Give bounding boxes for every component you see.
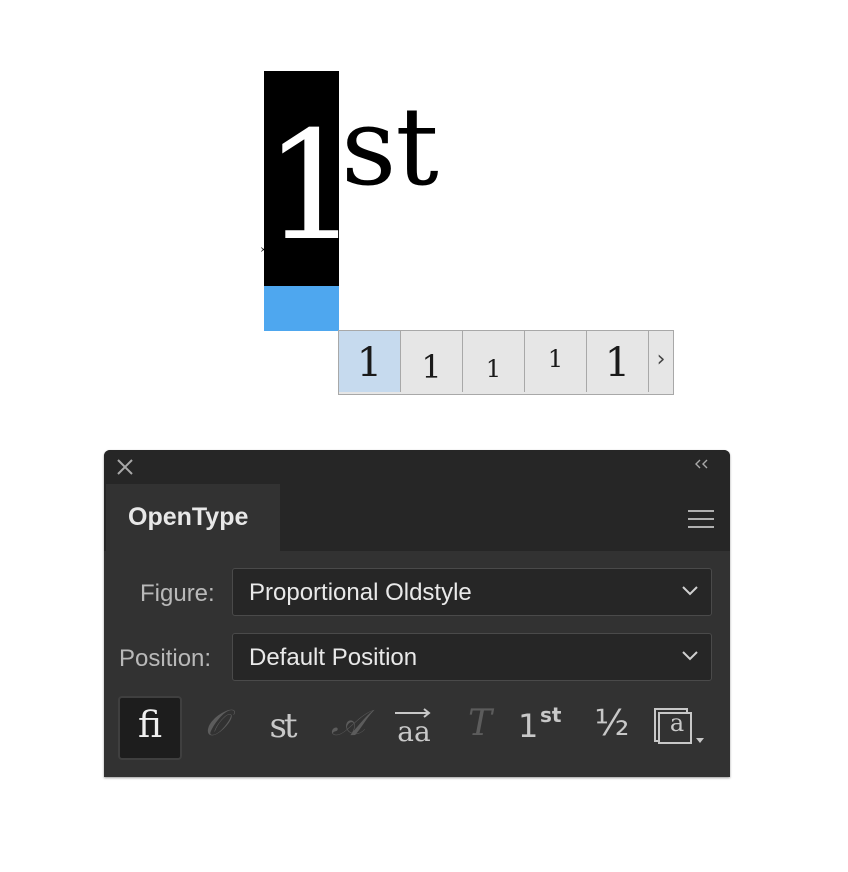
anchor-point-icon: × — [260, 245, 267, 254]
alternate-glyph-label: 1 — [356, 340, 383, 386]
close-icon[interactable] — [116, 458, 134, 476]
more-alternates-button[interactable]: › — [649, 331, 673, 392]
titling-alternates-icon[interactable]: T — [448, 696, 512, 760]
alternates-widget-handle[interactable] — [264, 286, 339, 331]
alternate-glyph-option[interactable]: 1 — [463, 331, 525, 392]
discretionary-ligatures-glyph: st — [269, 706, 297, 746]
alternate-glyph-label: 1 — [421, 348, 442, 386]
chevron-down-icon — [682, 651, 698, 661]
standard-ligatures-icon[interactable]: ﬁ — [118, 696, 182, 760]
titling-alternates-glyph: T — [467, 703, 492, 744]
discretionary-ligatures-icon[interactable]: st — [250, 696, 314, 760]
position-dropdown-value: Default Position — [249, 644, 418, 671]
figure-dropdown-value: Proportional Oldstyle — [249, 579, 472, 606]
ordinals-glyph: 1 — [518, 707, 539, 745]
panel-tab-bar: OpenType — [104, 484, 730, 551]
contextual-alternates-icon[interactable]: 𝒪 — [184, 696, 248, 760]
fractions-glyph: ½ — [594, 703, 630, 744]
panel-title-bar[interactable] — [104, 450, 730, 484]
alternate-glyph-label: 1 — [547, 345, 564, 373]
tab-opentype[interactable]: OpenType — [106, 484, 280, 551]
swash-glyph: 𝒜 — [330, 703, 366, 744]
stylistic-sets-icon[interactable]: a — [648, 696, 712, 760]
swash-icon[interactable]: 𝒜 — [316, 696, 380, 760]
alternate-glyph-option[interactable]: 1 — [401, 331, 463, 392]
stylistic-alternates-icon[interactable]: aa — [382, 696, 446, 760]
opentype-feature-buttons: ﬁ 𝒪 st 𝒜 aa T 1 st ½ a — [118, 696, 718, 760]
collapse-panel-icon[interactable] — [694, 458, 710, 470]
ordinals-icon[interactable]: 1 st — [514, 696, 578, 760]
figure-label: Figure: — [140, 580, 215, 607]
glyph-alternates-strip: 1 1 1 1 1 › — [338, 330, 674, 395]
trailing-text[interactable]: st — [341, 94, 439, 202]
ordinals-superscript: st — [540, 703, 562, 727]
alternate-glyph-option[interactable]: 1 — [587, 331, 649, 392]
chevron-right-icon: › — [656, 347, 666, 372]
opentype-panel: OpenType Figure: Proportional Oldstyle P… — [104, 450, 730, 777]
fractions-icon[interactable]: ½ — [580, 696, 644, 760]
stylistic-sets-glyph: a — [669, 709, 685, 737]
standard-ligatures-glyph: ﬁ — [137, 705, 162, 746]
alternate-glyph-option[interactable]: 1 — [525, 331, 587, 392]
alternate-glyph-label: 1 — [485, 355, 502, 383]
position-dropdown[interactable]: Default Position — [232, 633, 712, 681]
figure-dropdown[interactable]: Proportional Oldstyle — [232, 568, 712, 616]
stylistic-alternates-glyph: aa — [397, 715, 431, 748]
contextual-alternates-glyph: 𝒪 — [204, 703, 228, 744]
position-label: Position: — [119, 645, 212, 672]
alternate-glyph-label: 1 — [604, 340, 631, 386]
dropdown-triangle-icon — [696, 738, 704, 743]
alternate-glyph-option[interactable]: 1 — [339, 331, 401, 392]
selected-glyph[interactable]: 1 — [264, 112, 359, 262]
chevron-down-icon — [682, 586, 698, 596]
panel-menu-icon[interactable] — [688, 510, 714, 530]
